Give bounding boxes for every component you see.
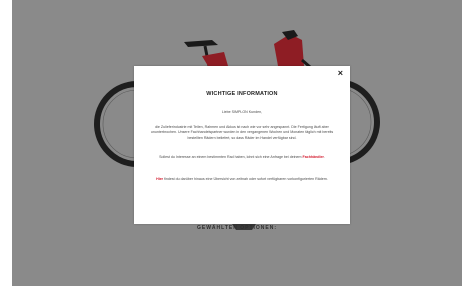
here-link[interactable]: Hier — [156, 177, 163, 181]
selected-options-label: GEWÄHLTEN OPTIONEN: — [196, 225, 277, 231]
modal-paragraph-dealer: Sollest du Interesse an einem bestimmten… — [148, 155, 336, 160]
modal-title: WICHTIGE INFORMATION — [206, 91, 278, 97]
dealer-text: Sollest du Interesse an einem bestimmten… — [159, 155, 302, 159]
dealer-text-end: . — [323, 155, 325, 159]
information-modal: × WICHTIGE INFORMATION Liebe SIMPLON Kun… — [134, 66, 350, 224]
dealer-link[interactable]: Fachhändler — [303, 155, 324, 159]
close-icon[interactable]: × — [338, 68, 343, 78]
modal-paragraph-availability: Hier findest du darüber hinaus eine Über… — [148, 177, 336, 182]
modal-greeting: Liebe SIMPLON Kunden, — [221, 110, 263, 114]
modal-paragraph-supply: die Zulieferindustrie mit Teilen, Rahmen… — [150, 125, 334, 140]
availability-text: findest du darüber hinaus eine Übersicht… — [164, 177, 328, 181]
